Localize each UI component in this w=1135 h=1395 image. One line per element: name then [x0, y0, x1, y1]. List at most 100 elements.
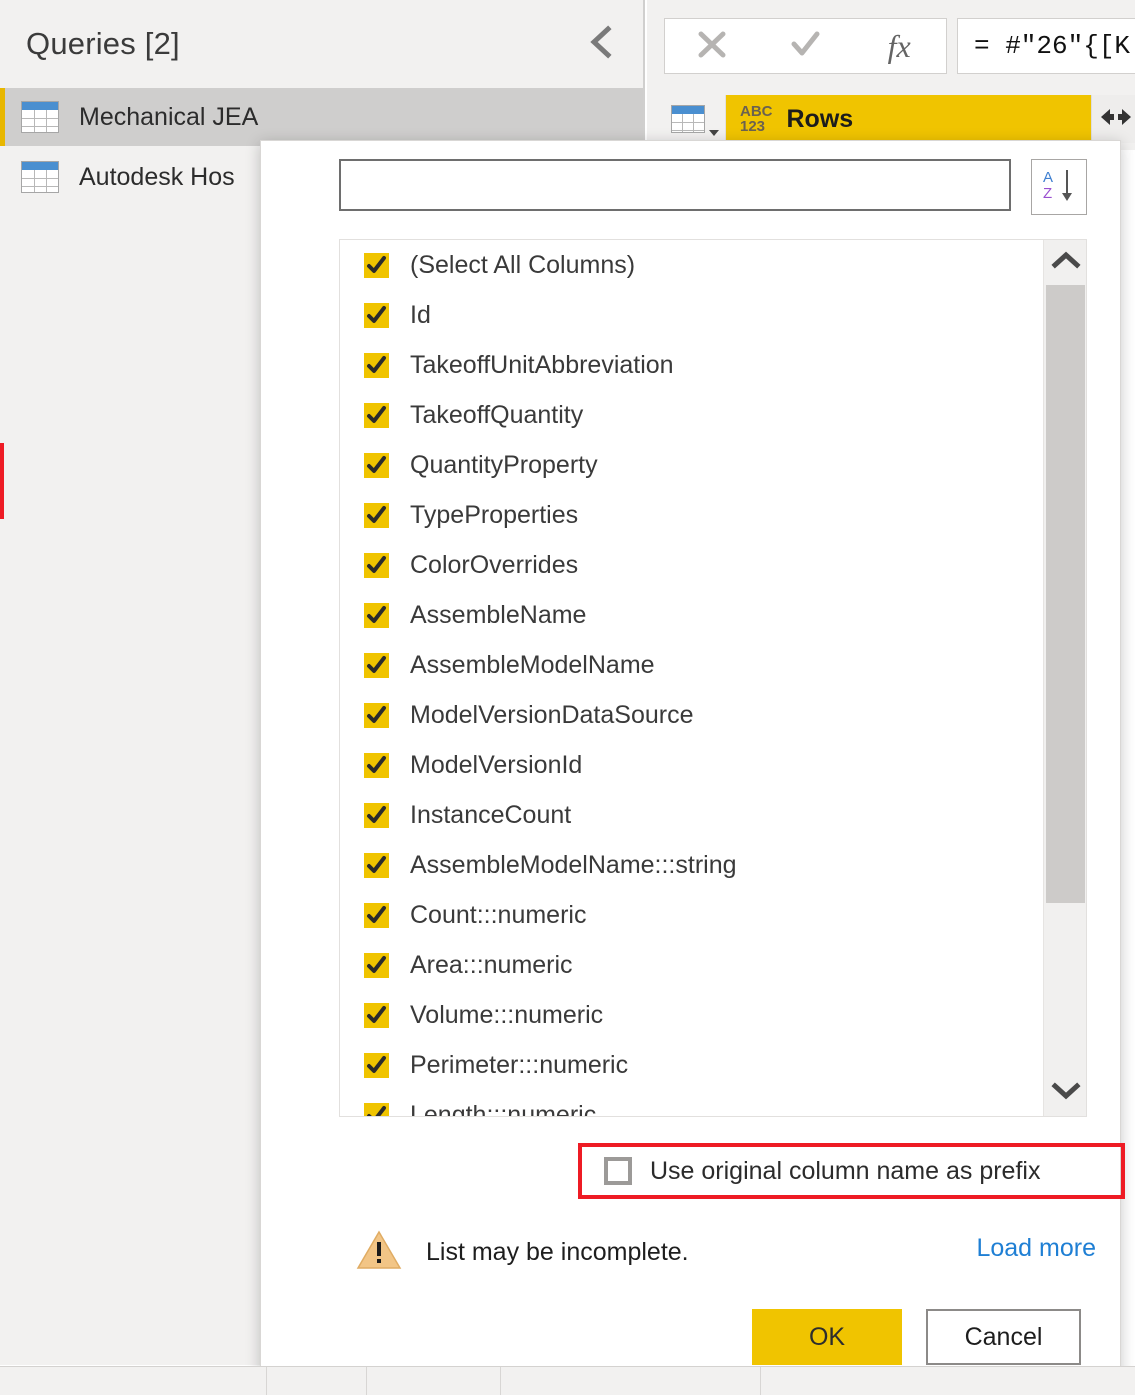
query-item-label: Autodesk Hos: [79, 163, 235, 192]
list-item-label: Id: [410, 301, 431, 330]
formula-input[interactable]: = #"26"{[K: [957, 18, 1135, 74]
queries-pane-header: Queries [2]: [0, 0, 643, 88]
search-input[interactable]: [339, 159, 1011, 211]
formula-cancel-button[interactable]: [682, 19, 742, 73]
list-item-label: TakeoffUnitAbbreviation: [410, 351, 674, 380]
checkbox-checked[interactable]: [364, 753, 389, 778]
sort-az-button[interactable]: A Z: [1031, 159, 1087, 215]
checkbox-checked[interactable]: [364, 853, 389, 878]
svg-text:A: A: [1043, 169, 1053, 186]
list-item-label: InstanceCount: [410, 801, 571, 830]
list-item-label: AssembleModelName:::string: [410, 851, 737, 880]
column-header-rows[interactable]: ABC 123 Rows: [726, 95, 1091, 143]
chevron-down-icon: [1051, 1082, 1081, 1105]
scrollbar-thumb[interactable]: [1046, 285, 1085, 903]
checkbox-checked[interactable]: [364, 653, 389, 678]
formula-bar-controls: fx: [664, 18, 947, 74]
chevron-up-icon: [1051, 251, 1081, 274]
columns-list-items: (Select All Columns) Id TakeoffUnitAbbre…: [340, 240, 1042, 1117]
checkbox-checked[interactable]: [364, 503, 389, 528]
cancel-button[interactable]: Cancel: [926, 1309, 1081, 1365]
scroll-up-button[interactable]: [1044, 240, 1087, 285]
annotation-highlight-edge: [0, 443, 4, 519]
chevron-left-icon: [588, 25, 614, 59]
formula-text: = #"26"{[K: [974, 31, 1130, 61]
list-item[interactable]: TakeoffUnitAbbreviation: [340, 340, 1042, 390]
list-item[interactable]: AssembleName: [340, 590, 1042, 640]
checkbox-checked[interactable]: [364, 703, 389, 728]
warning-triangle-icon: [356, 1229, 402, 1276]
list-item[interactable]: Id: [340, 290, 1042, 340]
prefix-option-label: Use original column name as prefix: [650, 1157, 1040, 1186]
list-item[interactable]: ModelVersionId: [340, 740, 1042, 790]
checkbox-checked[interactable]: [364, 953, 389, 978]
column-header-label: Rows: [787, 105, 854, 134]
columns-list[interactable]: (Select All Columns) Id TakeoffUnitAbbre…: [339, 239, 1087, 1117]
list-item[interactable]: Perimeter:::numeric: [340, 1040, 1042, 1090]
checkbox-checked[interactable]: [364, 803, 389, 828]
checkbox-checked[interactable]: [364, 553, 389, 578]
checkbox-checked[interactable]: [364, 303, 389, 328]
checkbox-checked[interactable]: [364, 1103, 389, 1118]
scroll-down-button[interactable]: [1044, 1071, 1087, 1116]
formula-accept-button[interactable]: [775, 19, 835, 73]
list-item-label: Perimeter:::numeric: [410, 1051, 628, 1080]
prefix-option-row[interactable]: Use original column name as prefix: [604, 1147, 1040, 1195]
column-header-strip: ABC 123 Rows: [664, 95, 1135, 143]
list-item[interactable]: AssembleModelName: [340, 640, 1042, 690]
expand-columns-dialog: A Z (Select All Columns) Id: [260, 140, 1121, 1387]
page-title: Queries [2]: [26, 26, 180, 62]
insert-function-button[interactable]: fx: [869, 19, 929, 73]
list-item-label: ModelVersionId: [410, 751, 582, 780]
checkbox-checked[interactable]: [364, 603, 389, 628]
fx-icon: fx: [888, 28, 911, 65]
list-item-label: Length:::numeric: [410, 1101, 596, 1118]
checkbox-checked[interactable]: [364, 1003, 389, 1028]
query-list-item-mechanical-jea[interactable]: Mechanical JEA: [0, 88, 643, 146]
list-item-label: ModelVersionDataSource: [410, 701, 694, 730]
table-icon: [21, 101, 59, 133]
check-icon: [787, 26, 823, 67]
list-scrollbar[interactable]: [1043, 240, 1086, 1116]
list-item[interactable]: ColorOverrides: [340, 540, 1042, 590]
list-item-label: AssembleModelName: [410, 651, 655, 680]
query-item-label: Mechanical JEA: [79, 103, 258, 132]
list-item-label: Volume:::numeric: [410, 1001, 603, 1030]
selection-accent-bar: [0, 88, 5, 146]
chevron-down-icon: [709, 130, 719, 136]
prefix-option-annotation: Use original column name as prefix: [578, 1143, 1125, 1199]
list-item[interactable]: TakeoffQuantity: [340, 390, 1042, 440]
checkbox-checked[interactable]: [364, 453, 389, 478]
list-item-label: TypeProperties: [410, 501, 578, 530]
checkbox-checked[interactable]: [364, 253, 389, 278]
list-item[interactable]: Area:::numeric: [340, 940, 1042, 990]
list-item[interactable]: AssembleModelName:::string: [340, 840, 1042, 890]
formula-bar-region: fx = #"26"{[K ABC 123 Rows: [647, 0, 1135, 150]
load-more-link[interactable]: Load more: [976, 1234, 1096, 1263]
list-item[interactable]: Length:::numeric: [340, 1090, 1042, 1117]
warning-text: List may be incomplete.: [426, 1238, 689, 1267]
background-grid-sliver: [0, 1366, 1135, 1395]
list-item-label: QuantityProperty: [410, 451, 598, 480]
list-item[interactable]: InstanceCount: [340, 790, 1042, 840]
table-icon: [21, 161, 59, 193]
list-item[interactable]: Volume:::numeric: [340, 990, 1042, 1040]
list-item[interactable]: (Select All Columns): [340, 240, 1042, 290]
ok-button[interactable]: OK: [752, 1309, 902, 1365]
expand-columns-button[interactable]: [1091, 95, 1135, 143]
list-item[interactable]: ModelVersionDataSource: [340, 690, 1042, 740]
checkbox-checked[interactable]: [364, 353, 389, 378]
list-item[interactable]: TypeProperties: [340, 490, 1042, 540]
checkbox-checked[interactable]: [364, 903, 389, 928]
column-type-button[interactable]: [664, 95, 726, 143]
list-item[interactable]: Count:::numeric: [340, 890, 1042, 940]
list-warning-row: List may be incomplete. Load more: [356, 1226, 1096, 1278]
close-x-icon: [694, 26, 730, 67]
checkbox-checked[interactable]: [364, 1053, 389, 1078]
checkbox-unchecked[interactable]: [604, 1157, 632, 1185]
collapse-pane-button[interactable]: [581, 22, 621, 62]
checkbox-checked[interactable]: [364, 403, 389, 428]
list-item-label: AssembleName: [410, 601, 586, 630]
list-item[interactable]: QuantityProperty: [340, 440, 1042, 490]
sort-az-icon: A Z: [1042, 167, 1076, 208]
